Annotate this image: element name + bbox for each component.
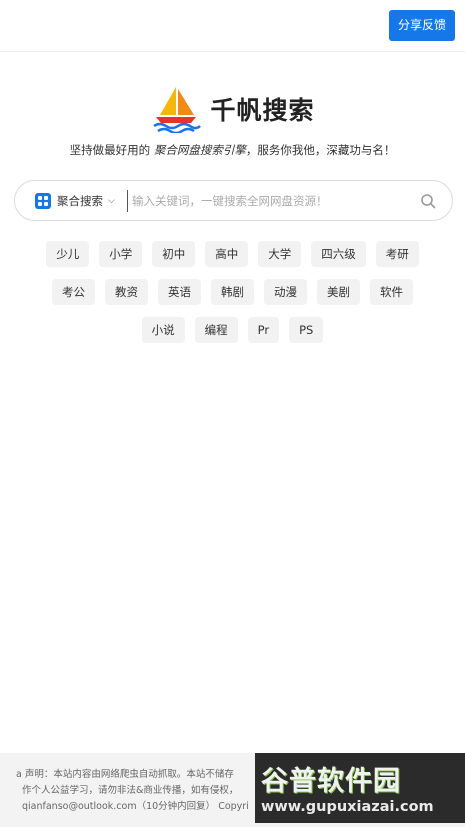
tag-chip[interactable]: 四六级 xyxy=(311,241,366,267)
search-box: 聚合搜索 ⌵ xyxy=(14,180,453,221)
watermark-overlay: 谷普软件园 www.gupuxiazai.com xyxy=(255,753,465,823)
search-input[interactable] xyxy=(127,190,407,212)
tag-chip[interactable]: 软件 xyxy=(370,279,413,305)
slogan: 坚持做最好用的 聚合网盘搜索引擎，服务你我他，深藏功与名！ xyxy=(0,142,465,158)
search-mode-dropdown[interactable]: 聚合搜索 ⌵ xyxy=(35,181,115,220)
tag-row-3: 小说 编程 Pr PS xyxy=(0,317,465,343)
chevron-down-icon: ⌵ xyxy=(108,195,115,206)
slogan-after: ，服务你我他，深藏功与名！ xyxy=(245,143,396,157)
tag-chip[interactable]: 英语 xyxy=(158,279,201,305)
tag-chip[interactable]: 大学 xyxy=(258,241,302,267)
tag-row-2: 考公 教资 英语 韩剧 动漫 美剧 软件 xyxy=(0,279,465,305)
tag-chip[interactable]: 动漫 xyxy=(264,279,307,305)
slogan-before: 坚持做最好用的 xyxy=(69,143,154,157)
share-feedback-button[interactable]: 分享反馈 xyxy=(388,10,455,41)
tag-chip[interactable]: 考公 xyxy=(52,279,95,305)
tag-chip[interactable]: 初中 xyxy=(152,241,196,267)
brand-header: 千帆搜索 xyxy=(0,84,465,134)
tag-row-1: 少儿 小学 初中 高中 大学 四六级 考研 xyxy=(0,241,465,267)
tag-chip[interactable]: 教资 xyxy=(105,279,148,305)
tag-chip[interactable]: Pr xyxy=(247,317,280,343)
tag-chip[interactable]: 小说 xyxy=(141,317,185,343)
search-mode-label: 聚合搜索 xyxy=(57,193,103,208)
footer-line-3: qianfanso@outlook.com（10分钟内回复） Copyri xyxy=(22,801,249,812)
footer-line-2: 作个人公益学习，请勿非法&商业传播，如有侵权， xyxy=(22,785,239,796)
tag-chip[interactable]: 韩剧 xyxy=(211,279,254,305)
watermark-title: 谷普软件园 xyxy=(261,766,401,797)
tag-chip[interactable]: 考研 xyxy=(375,241,419,267)
tag-chip[interactable]: 小学 xyxy=(99,241,143,267)
top-bar: 分享反馈 xyxy=(0,0,465,52)
brand-name: 千帆搜索 xyxy=(210,96,315,125)
slogan-emphasis: 聚合网盘搜索引擎 xyxy=(153,143,246,157)
search-icon[interactable] xyxy=(420,193,436,209)
tag-chip[interactable]: 高中 xyxy=(205,241,249,267)
sailboat-logo-icon xyxy=(153,87,202,133)
tag-chip[interactable]: 美剧 xyxy=(317,279,360,305)
apps-grid-icon xyxy=(35,192,51,209)
watermark-url: www.gupuxiazai.com xyxy=(261,799,434,815)
tag-chip[interactable]: PS xyxy=(289,317,324,343)
tag-chip[interactable]: 编程 xyxy=(194,317,238,343)
tag-chip[interactable]: 少儿 xyxy=(46,241,90,267)
footer-line-1: a 声明：本站内容由网络爬虫自动抓取。本站不储存 xyxy=(16,769,234,780)
